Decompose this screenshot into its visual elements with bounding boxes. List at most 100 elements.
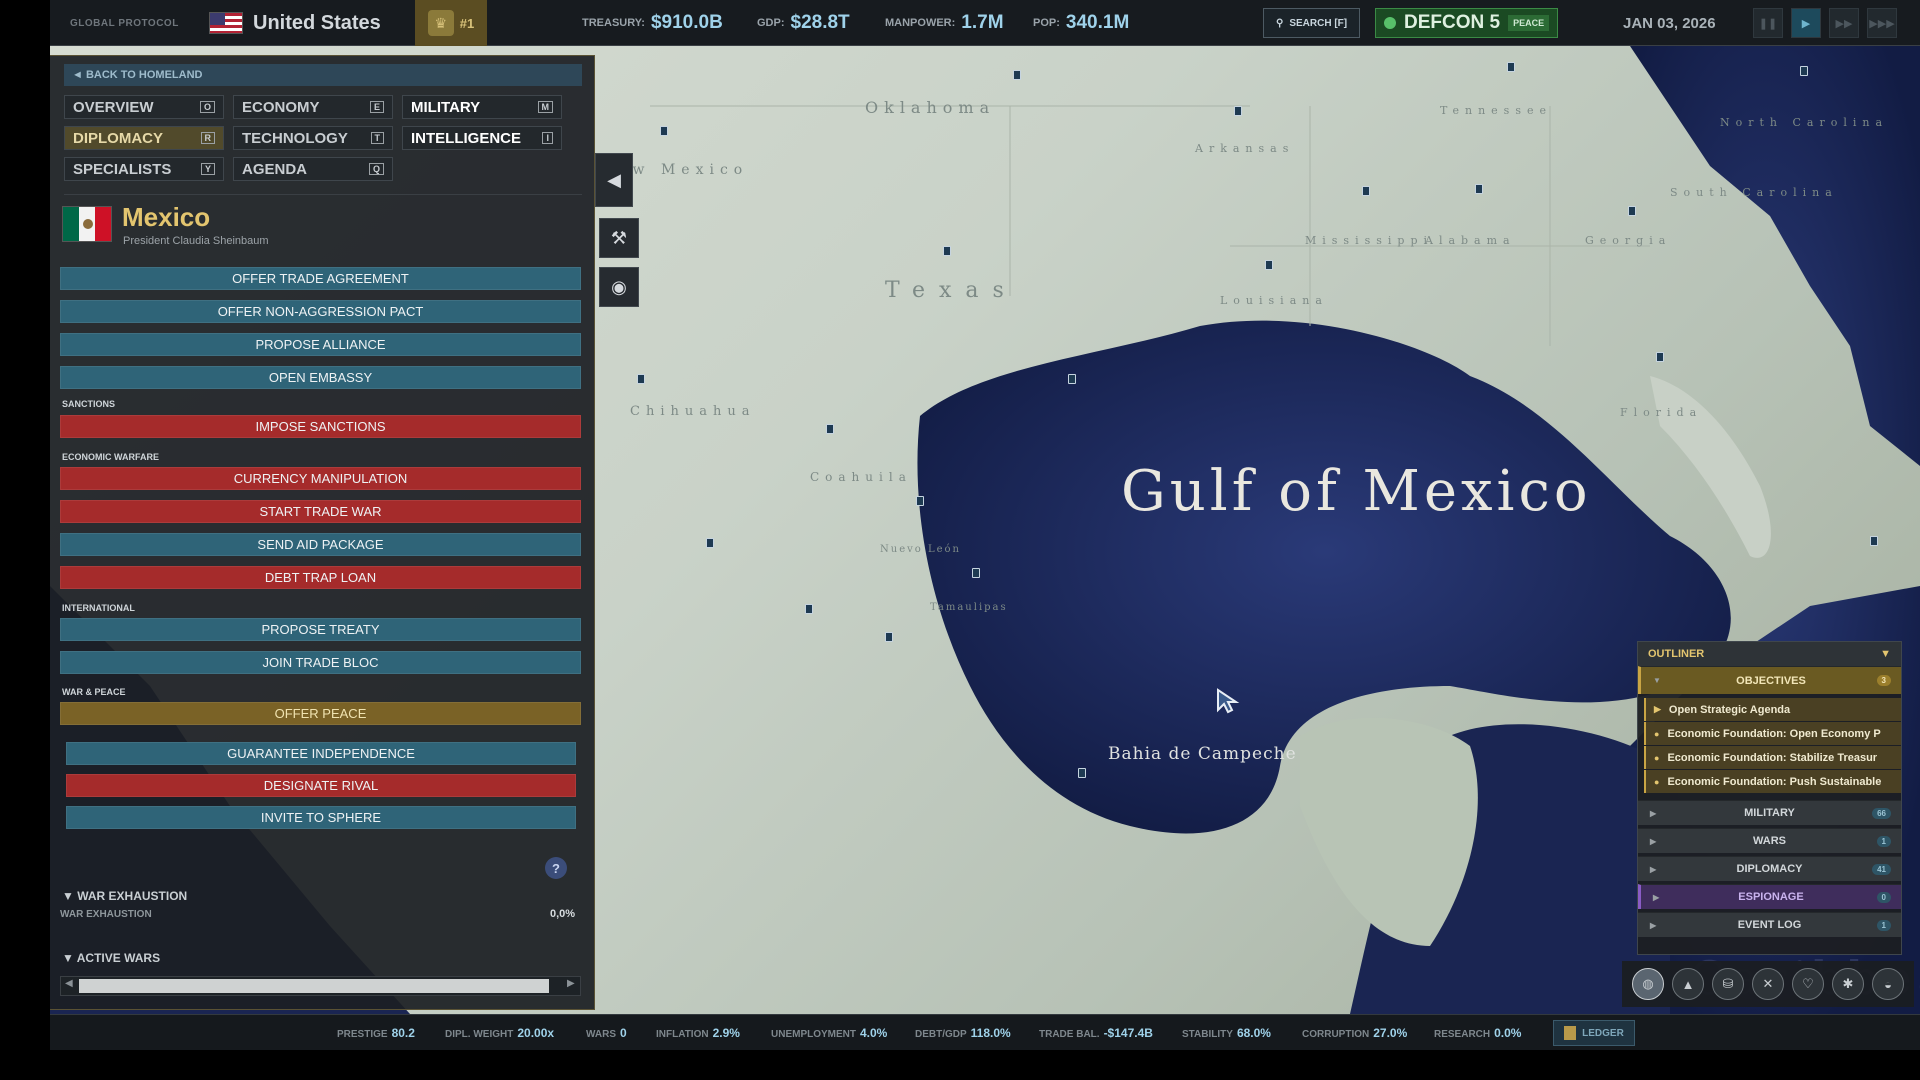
build-hammer-icon[interactable]: ⚒ <box>599 218 639 258</box>
mouse-cursor-icon <box>1217 688 1240 714</box>
war-exhaustion-header[interactable]: ▼ WAR EXHAUSTION <box>62 889 187 903</box>
propose-alliance-button[interactable]: PROPOSE ALLIANCE <box>60 333 581 356</box>
brand-label: GLOBAL PROTOCOL <box>70 17 179 29</box>
city-pin[interactable] <box>805 604 813 614</box>
city-pin[interactable] <box>972 568 980 578</box>
tab-label: SPECIALISTS <box>73 160 172 178</box>
city-pin[interactable] <box>1013 70 1021 80</box>
outliner-title: OUTLINER <box>1648 648 1705 660</box>
propose-treaty-button[interactable]: PROPOSE TREATY <box>60 618 581 641</box>
city-pin[interactable] <box>1628 206 1636 216</box>
tab-intelligence[interactable]: INTELLIGENCE I <box>402 126 562 150</box>
tab-economy[interactable]: ECONOMY E <box>233 95 393 119</box>
debt-trap-loan-button[interactable]: DEBT TRAP LOAN <box>60 566 581 589</box>
join-trade-bloc-button[interactable]: JOIN TRADE BLOC <box>60 651 581 674</box>
map-label-gulf-of-mexico: Gulf of Mexico <box>1121 459 1592 524</box>
city-pin[interactable] <box>1475 184 1483 194</box>
fast-forward-icon[interactable]: ▶▶ <box>1829 8 1859 38</box>
ledger-button[interactable]: LEDGER <box>1553 1020 1635 1046</box>
map-label-north-carolina: North Carolina <box>1720 116 1889 129</box>
military-mode-icon[interactable]: ✕ <box>1752 968 1784 1000</box>
invite-to-sphere-button[interactable]: INVITE TO SPHERE <box>66 806 576 829</box>
city-pin[interactable] <box>943 246 951 256</box>
globe-icon[interactable]: ◉ <box>599 267 639 307</box>
city-pin[interactable] <box>1362 186 1370 196</box>
outliner-wars[interactable]: ▶ WARS 1 <box>1638 828 1901 853</box>
offer-trade-agreement-button[interactable]: OFFER TRADE AGREEMENT <box>60 267 581 290</box>
help-icon[interactable]: ? <box>545 857 567 879</box>
tab-technology[interactable]: TECHNOLOGY T <box>233 126 393 150</box>
play-icon[interactable]: ▶ <box>1791 8 1821 38</box>
horizontal-scrollbar[interactable]: ◀ ▶ <box>60 976 581 996</box>
stat-value: 118.0% <box>970 1026 1011 1040</box>
intelligence-mode-icon[interactable]: ◒ <box>1872 968 1904 1000</box>
city-pin[interactable] <box>1265 260 1273 270</box>
objective-item[interactable]: ▶ Open Strategic Agenda <box>1644 698 1901 721</box>
back-to-homeland-button[interactable]: ◄ BACK TO HOMELAND <box>64 64 582 86</box>
city-pin[interactable] <box>826 424 834 434</box>
city-pin[interactable] <box>1078 768 1086 778</box>
expand-arrow-icon: ▶ <box>1653 892 1660 902</box>
scroll-thumb[interactable] <box>79 979 549 993</box>
city-pin[interactable] <box>1656 352 1664 362</box>
outliner-section-label: OBJECTIVES <box>1736 674 1806 687</box>
currency-manipulation-button[interactable]: CURRENCY MANIPULATION <box>60 467 581 490</box>
start-trade-war-button[interactable]: START TRADE WAR <box>60 500 581 523</box>
city-pin[interactable] <box>1800 66 1808 76</box>
tab-overview[interactable]: OVERVIEW O <box>64 95 224 119</box>
tab-military[interactable]: MILITARY M <box>402 95 562 119</box>
offer-peace-button[interactable]: OFFER PEACE <box>60 702 581 725</box>
city-pin[interactable] <box>1870 536 1878 546</box>
offer-non-aggression-pact-button[interactable]: OFFER NON-AGGRESSION PACT <box>60 300 581 323</box>
hotkey-badge: Y <box>200 163 215 175</box>
pause-icon[interactable]: ❚❚ <box>1753 8 1783 38</box>
guarantee-independence-button[interactable]: GUARANTEE INDEPENDENCE <box>66 742 576 765</box>
stat-value: 27.0% <box>1373 1026 1408 1040</box>
city-pin[interactable] <box>637 374 645 384</box>
objective-item[interactable]: ● Economic Foundation: Stabilize Treasur <box>1644 746 1901 769</box>
outliner-diplomacy[interactable]: ▶ DIPLOMACY 41 <box>1638 856 1901 881</box>
city-pin[interactable] <box>1068 374 1076 384</box>
objective-item[interactable]: ● Economic Foundation: Push Sustainable <box>1644 770 1901 793</box>
collapse-outliner-icon[interactable]: ▼ <box>1880 648 1891 660</box>
outliner-event-log[interactable]: ▶ EVENT LOG 1 <box>1638 912 1901 937</box>
scroll-left-icon[interactable]: ◀ <box>65 978 73 989</box>
scroll-right-icon[interactable]: ▶ <box>567 978 575 989</box>
tab-specialists[interactable]: SPECIALISTS Y <box>64 157 224 181</box>
fastest-icon[interactable]: ▶▶▶ <box>1867 8 1897 38</box>
tab-label: DIPLOMACY <box>73 129 163 147</box>
diplomacy-mode-icon[interactable]: ♡ <box>1792 968 1824 1000</box>
active-wars-header[interactable]: ▼ ACTIVE WARS <box>62 951 160 965</box>
search-button[interactable]: ⚲ SEARCH [F] <box>1263 8 1361 38</box>
player-country[interactable]: United States <box>209 0 381 46</box>
outliner-military[interactable]: ▶ MILITARY 66 <box>1638 800 1901 825</box>
city-pin[interactable] <box>1507 62 1515 72</box>
tab-diplomacy[interactable]: DIPLOMACY R <box>64 126 224 150</box>
diplomatic-weight-stat: DIPL. WEIGHT 20.00x <box>445 1026 554 1040</box>
open-embassy-button[interactable]: OPEN EMBASSY <box>60 366 581 389</box>
rank-badge[interactable]: ♛ #1 <box>415 0 487 46</box>
outliner-objectives[interactable]: ▼ OBJECTIVES 3 <box>1638 666 1901 694</box>
economy-mode-icon[interactable]: ⛁ <box>1712 968 1744 1000</box>
terrain-mode-icon[interactable]: ▲ <box>1672 968 1704 1000</box>
count-badge: 0 <box>1876 891 1891 903</box>
city-pin[interactable] <box>916 496 924 506</box>
objective-item[interactable]: ● Economic Foundation: Open Economy P <box>1644 722 1901 745</box>
send-aid-package-button[interactable]: SEND AID PACKAGE <box>60 533 581 556</box>
defcon-indicator[interactable]: DEFCON 5 PEACE <box>1375 8 1559 38</box>
political-mode-icon[interactable]: ◍ <box>1632 968 1664 1000</box>
population-label: POP: <box>1033 17 1060 29</box>
impose-sanctions-button[interactable]: IMPOSE SANCTIONS <box>60 415 581 438</box>
collapse-panel-icon[interactable]: ◀ <box>595 153 633 207</box>
outliner-header[interactable]: OUTLINER ▼ <box>1638 642 1901 666</box>
outliner-espionage[interactable]: ▶ ESPIONAGE 0 <box>1638 884 1901 909</box>
city-pin[interactable] <box>885 632 893 642</box>
city-pin[interactable] <box>1234 106 1242 116</box>
tab-agenda[interactable]: AGENDA Q <box>233 157 393 181</box>
alliances-mode-icon[interactable]: ✱ <box>1832 968 1864 1000</box>
city-pin[interactable] <box>660 126 668 136</box>
map-label-oklahoma: Oklahoma <box>865 98 996 117</box>
objective-label: Economic Foundation: Stabilize Treasur <box>1667 751 1878 764</box>
city-pin[interactable] <box>706 538 714 548</box>
designate-rival-button[interactable]: DESIGNATE RIVAL <box>66 774 576 797</box>
